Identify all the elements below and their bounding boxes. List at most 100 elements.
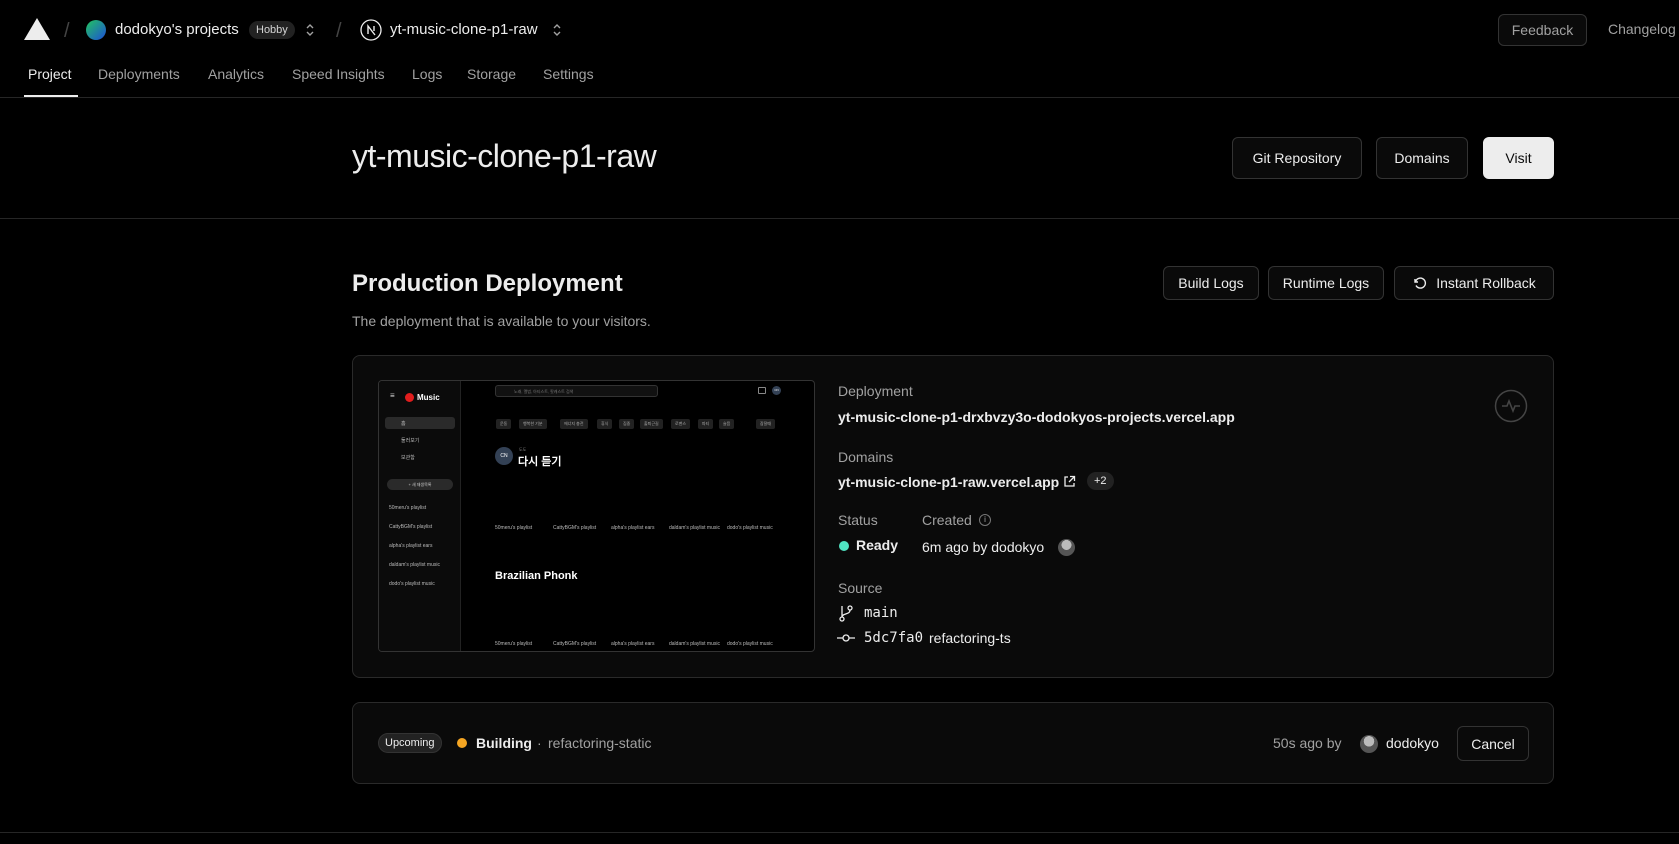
plan-badge: Hobby: [249, 21, 295, 39]
section-title: Production Deployment: [352, 270, 623, 297]
domains-label: Domains: [838, 449, 894, 465]
upcoming-user-avatar[interactable]: [1360, 735, 1378, 753]
creator-avatar[interactable]: [1058, 539, 1075, 556]
preview-chip: 행복한 기분: [519, 419, 547, 429]
preview-search-placeholder: 노래, 앨범, 아티스트, 팟캐스트 검색: [514, 389, 574, 394]
preview-playlist: dodo's playlist music: [389, 581, 435, 587]
preview-chip: 잠잘때: [756, 419, 776, 429]
preview-chip: 출퇴근길: [640, 419, 663, 429]
tab-speed-insights[interactable]: Speed Insights: [292, 66, 385, 82]
deployment-url-link[interactable]: yt-music-clone-p1-drxbvzy3o-dodokyos-pro…: [838, 409, 1235, 425]
building-status-dot: [457, 738, 467, 748]
footer-divider: [0, 832, 1679, 833]
header-divider: [0, 218, 1679, 219]
preview-user-avatar: CN: [772, 386, 781, 395]
tabs-divider: [0, 97, 1679, 98]
vercel-logo-icon[interactable]: [24, 18, 50, 40]
project-switcher-chevrons-icon[interactable]: [552, 22, 562, 38]
tab-settings[interactable]: Settings: [543, 66, 594, 82]
status-label: Status: [838, 512, 878, 528]
preview-card: daldam's playlist music: [669, 641, 720, 647]
visit-button[interactable]: Visit: [1483, 137, 1554, 179]
status-value: Ready: [856, 537, 899, 553]
rollback-icon: [1414, 277, 1427, 289]
team-switcher-chevrons-icon[interactable]: [305, 22, 315, 38]
tab-analytics[interactable]: Analytics: [208, 66, 264, 82]
preview-section-avatar: CN: [495, 447, 513, 465]
preview-chip: 운동: [496, 419, 512, 429]
domains-button[interactable]: Domains: [1376, 137, 1468, 179]
tab-project[interactable]: Project: [28, 66, 72, 82]
git-commit-icon: [837, 634, 855, 642]
preview-nav-item: 홈: [401, 421, 406, 427]
preview-card: alpha's playlist ears: [611, 641, 655, 647]
runtime-logs-button[interactable]: Runtime Logs: [1268, 266, 1384, 300]
deployment-preview-screenshot[interactable]: ≡ Music 홈 둘러보기 보관함 + 새 재생목록 50meru's pla…: [378, 380, 815, 652]
preview-card: CattyBGM's playlist: [553, 641, 597, 647]
breadcrumb-separator: /: [336, 20, 342, 42]
preview-card: CattyBGM's playlist: [553, 525, 597, 531]
preview-chip: 에너지 충전: [560, 419, 588, 429]
upcoming-branch[interactable]: refactoring-static: [548, 735, 651, 751]
commit-message[interactable]: refactoring-ts: [929, 630, 1011, 646]
preview-chip: 슬픔: [719, 419, 735, 429]
instant-rollback-label: Instant Rollback: [1436, 275, 1536, 291]
preview-playlist: alpha's playlist ears: [389, 543, 433, 549]
tab-logs[interactable]: Logs: [412, 66, 442, 82]
build-logs-button[interactable]: Build Logs: [1163, 266, 1259, 300]
external-link-icon[interactable]: [1063, 475, 1076, 488]
commit-hash[interactable]: 5dc7fa0: [864, 630, 923, 646]
preview-section-title: 다시 듣기: [518, 456, 562, 468]
project-name[interactable]: yt-music-clone-p1-raw: [390, 21, 538, 38]
preview-playlist: CattyBGM's playlist: [389, 524, 433, 530]
preview-nav-active: [385, 417, 455, 429]
preview-chip: 로맨스: [671, 419, 691, 429]
instant-rollback-button[interactable]: Instant Rollback: [1394, 266, 1554, 300]
feedback-button[interactable]: Feedback: [1498, 14, 1587, 46]
preview-card: 50meru's playlist: [495, 525, 533, 531]
tab-storage[interactable]: Storage: [467, 66, 516, 82]
preview-card: dodo's playlist music: [727, 525, 773, 531]
breadcrumb-separator: /: [64, 20, 70, 42]
preview-new-playlist: + 새 재생목록: [387, 479, 453, 490]
upcoming-user[interactable]: dodokyo: [1386, 735, 1439, 751]
info-icon[interactable]: i: [979, 514, 991, 526]
created-label: Created: [922, 512, 972, 528]
cancel-deployment-button[interactable]: Cancel: [1457, 726, 1529, 761]
team-name[interactable]: dodokyo's projects: [115, 21, 239, 38]
preview-nav-item: 둘러보기: [401, 438, 420, 444]
preview-music-logo-icon: [405, 393, 414, 402]
git-repository-button[interactable]: Git Repository: [1232, 137, 1362, 179]
preview-chip: 집중: [619, 419, 635, 429]
page-title: yt-music-clone-p1-raw: [352, 138, 657, 174]
nextjs-icon: [360, 19, 382, 41]
section-subtitle: The deployment that is available to your…: [352, 313, 651, 329]
preview-card: 50meru's playlist: [495, 641, 533, 647]
git-branch-icon: [839, 605, 853, 622]
preview-section-title: Brazilian Phonk: [495, 570, 578, 582]
separator-dot: ·: [537, 735, 542, 751]
deployment-label: Deployment: [838, 383, 913, 399]
preview-cast-icon: [758, 387, 766, 394]
speed-insights-icon[interactable]: [1494, 389, 1528, 423]
branch-name[interactable]: main: [864, 605, 898, 621]
preview-chip: 파티: [698, 419, 714, 429]
building-status: Building: [476, 735, 532, 751]
preview-search-bar: 노래, 앨범, 아티스트, 팟캐스트 검색: [495, 385, 658, 397]
preview-brand: Music: [417, 393, 440, 402]
preview-sidebar: ≡ Music 홈 둘러보기 보관함 + 새 재생목록 50meru's pla…: [379, 381, 461, 651]
preview-nav-item: 보관함: [401, 455, 415, 461]
preview-playlist: daldam's playlist music: [389, 562, 440, 568]
preview-card: alpha's playlist ears: [611, 525, 655, 531]
preview-menu-icon: ≡: [390, 391, 395, 400]
domain-url-link[interactable]: yt-music-clone-p1-raw.vercel.app: [838, 474, 1059, 490]
team-avatar[interactable]: [86, 20, 106, 40]
upcoming-badge: Upcoming: [378, 733, 442, 753]
preview-playlist: 50meru's playlist: [389, 505, 427, 511]
preview-card: daldam's playlist music: [669, 525, 720, 531]
changelog-link[interactable]: Changelog: [1608, 21, 1676, 37]
more-domains-badge[interactable]: +2: [1087, 472, 1114, 490]
tab-deployments[interactable]: Deployments: [98, 66, 180, 82]
created-value: 6m ago by dodokyo: [922, 539, 1045, 555]
upcoming-time: 50s ago by: [1273, 735, 1342, 751]
